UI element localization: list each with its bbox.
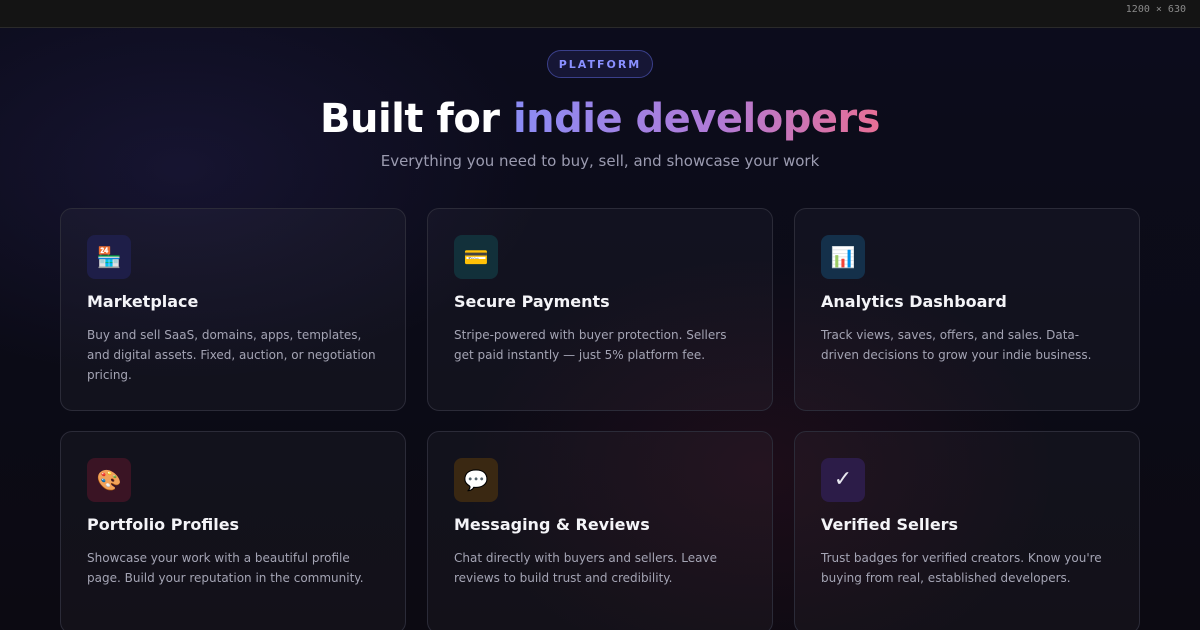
feature-card-analytics-dashboard: 📊 Analytics Dashboard Track views, saves… — [794, 208, 1140, 411]
feature-title: Marketplace — [87, 292, 199, 311]
feature-card-secure-payments: 💳 Secure Payments Stripe-powered with bu… — [427, 208, 773, 411]
speech-bubble-icon: 💬 — [454, 458, 498, 502]
top-bar: 1200 × 630 — [0, 0, 1200, 28]
feature-description: Stripe-powered with buyer protection. Se… — [454, 328, 727, 362]
feature-card-portfolio-profiles: 🎨 Portfolio Profiles Showcase your work … — [60, 431, 406, 630]
platform-section: PLATFORM Built for indie developers Ever… — [0, 28, 1200, 630]
feature-card-marketplace: 🏪 Marketplace Buy and sell SaaS, domains… — [60, 208, 406, 411]
feature-title: Portfolio Profiles — [87, 515, 240, 534]
feature-description: Showcase your work with a beautiful prof… — [87, 551, 364, 585]
headline-lead: Built for — [319, 96, 513, 142]
canvas-size-label: 1200 × 630 — [1125, 4, 1186, 15]
feature-title: Verified Sellers — [821, 515, 959, 534]
section-subtitle: Everything you need to buy, sell, and sh… — [380, 152, 820, 170]
feature-title: Secure Payments — [454, 292, 610, 311]
checkmark-icon: ✓ — [821, 458, 865, 502]
store-icon: 🏪 — [87, 235, 131, 279]
feature-description: Track views, saves, offers, and sales. D… — [821, 328, 1092, 362]
feature-description: Chat directly with buyers and sellers. L… — [454, 551, 717, 585]
feature-grid: 🏪 Marketplace Buy and sell SaaS, domains… — [60, 208, 1140, 630]
feature-description: Buy and sell SaaS, domains, apps, templa… — [87, 328, 376, 382]
headline-accent: indie developers — [512, 96, 881, 142]
section-badge: PLATFORM — [547, 50, 653, 78]
credit-card-icon: 💳 — [454, 235, 498, 279]
bar-chart-icon: 📊 — [821, 235, 865, 279]
feature-card-verified-sellers: ✓ Verified Sellers Trust badges for veri… — [794, 431, 1140, 630]
palette-icon: 🎨 — [87, 458, 131, 502]
feature-description: Trust badges for verified creators. Know… — [821, 551, 1102, 585]
feature-title: Analytics Dashboard — [821, 292, 1007, 311]
section-headline: Built for indie developers — [0, 94, 1200, 144]
feature-title: Messaging & Reviews — [454, 515, 650, 534]
feature-card-messaging-reviews: 💬 Messaging & Reviews Chat directly with… — [427, 431, 773, 630]
